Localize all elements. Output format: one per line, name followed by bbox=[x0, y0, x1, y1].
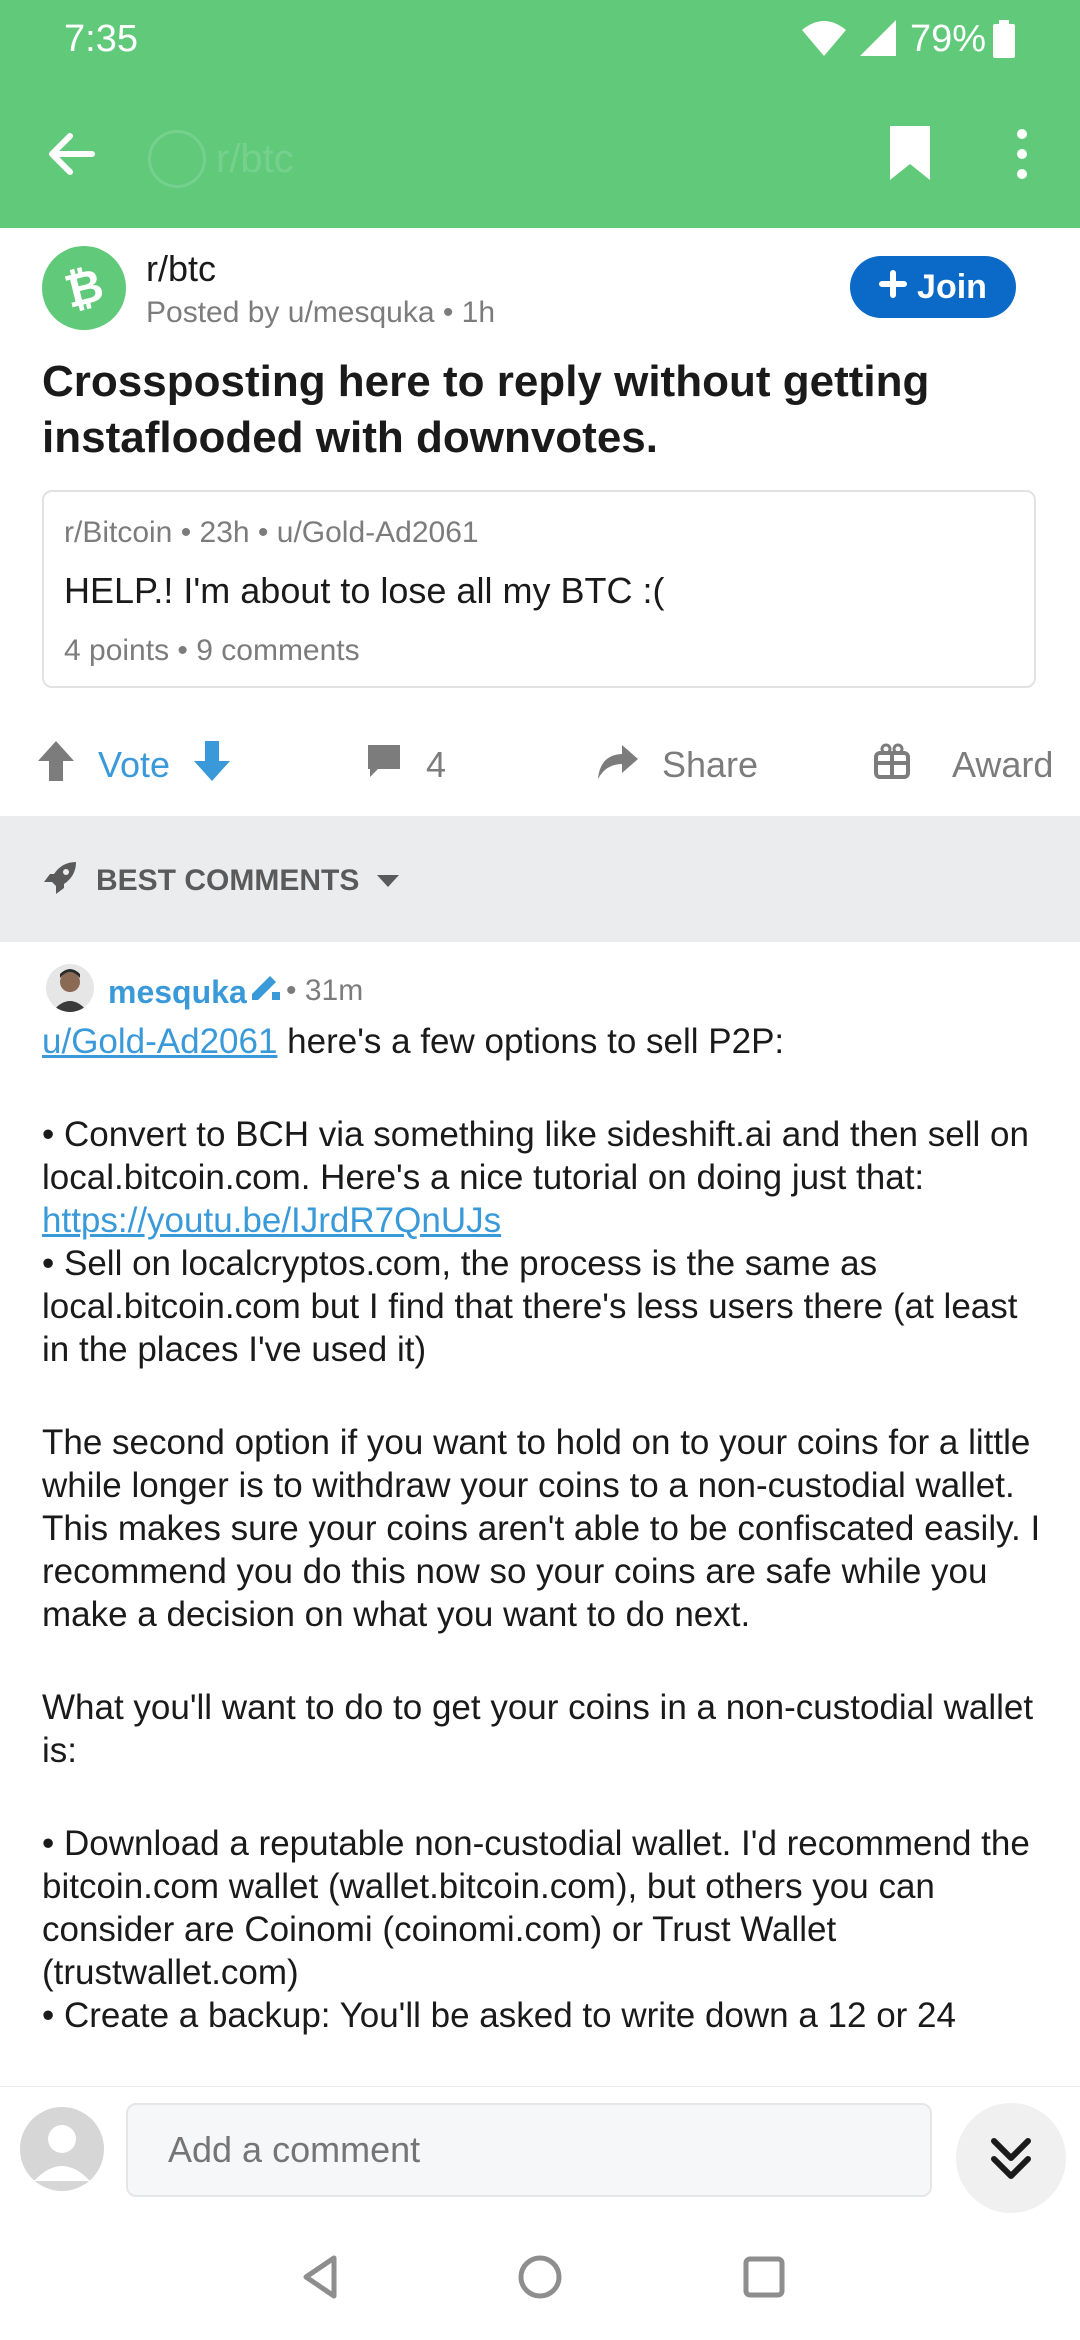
share-button[interactable]: Share bbox=[596, 730, 758, 800]
status-bar: 7:35 79% bbox=[0, 0, 1080, 80]
vote-label: Vote bbox=[98, 744, 171, 785]
svg-text:₿: ₿ bbox=[59, 257, 108, 318]
rocket-icon bbox=[42, 858, 80, 904]
battery-percentage: 79% bbox=[910, 18, 987, 60]
system-nav-bar bbox=[0, 2218, 1080, 2340]
join-button[interactable]: Join bbox=[850, 256, 1016, 318]
comment-body: u/Gold-Ad2061 here's a few options to se… bbox=[42, 1020, 1042, 2037]
comment-author[interactable]: mesquka bbox=[108, 974, 247, 1011]
comment-icon bbox=[364, 741, 404, 790]
wifi-icon bbox=[800, 18, 848, 63]
pencil-icon bbox=[248, 970, 282, 1009]
back-arrow-icon[interactable] bbox=[42, 126, 98, 187]
toolbar: r/btc bbox=[0, 110, 1080, 200]
crosspost-meta: r/Bitcoin • 23h • u/Gold-Ad2061 bbox=[64, 516, 479, 549]
comment-bullet: • Sell on localcryptos.com, the process … bbox=[42, 1244, 1018, 1369]
comment-bullet: • Download a reputable non-custodial wal… bbox=[42, 1824, 1030, 1992]
status-time: 7:35 bbox=[64, 18, 138, 60]
chevron-down-icon bbox=[375, 864, 401, 898]
comment-text: • Convert to BCH via something like side… bbox=[42, 1115, 1029, 1197]
post-title: Crossposting here to reply without getti… bbox=[42, 357, 930, 462]
comment-paragraph: The second option if you want to hold on… bbox=[42, 1423, 1041, 1634]
crosspost-stats: 4 points • 9 comments bbox=[64, 634, 360, 667]
toolbar-title: r/btc bbox=[148, 130, 294, 188]
comment-bullet: • Create a backup: You'll be asked to wr… bbox=[42, 1996, 956, 2035]
bookmark-icon[interactable] bbox=[886, 124, 934, 189]
post-actions: Vote 4 Share Award bbox=[0, 730, 1080, 800]
comment-text: here's a few options to sell P2P: bbox=[277, 1022, 785, 1061]
crosspost-title: HELP.! I'm about to lose all my BTC :( bbox=[64, 570, 665, 611]
plus-icon bbox=[879, 268, 908, 307]
subreddit-icon bbox=[148, 130, 206, 188]
posted-by: Posted by u/mesquka • 1h bbox=[146, 296, 496, 329]
comment-count: 4 bbox=[426, 744, 447, 785]
app-header: 7:35 79% r/btc bbox=[0, 0, 1080, 228]
nav-home-icon[interactable] bbox=[516, 2252, 564, 2307]
crosspost-card[interactable]: r/Bitcoin • 23h • u/Gold-Ad2061 HELP.! I… bbox=[42, 490, 1036, 688]
more-vert-icon[interactable] bbox=[1004, 124, 1040, 189]
vote-group: Vote bbox=[36, 730, 232, 800]
youtube-link[interactable]: https://youtu.be/IJrdR7QnUJs bbox=[42, 1201, 501, 1240]
double-chevron-down-icon[interactable] bbox=[956, 2103, 1066, 2213]
share-icon bbox=[596, 741, 640, 790]
upvote-icon[interactable] bbox=[36, 739, 76, 792]
comment-input[interactable] bbox=[126, 2103, 932, 2197]
subreddit-name[interactable]: r/btc bbox=[146, 248, 216, 290]
bitcoin-cash-icon[interactable]: ₿ bbox=[42, 246, 126, 330]
user-mention-link[interactable]: u/Gold-Ad2061 bbox=[42, 1022, 277, 1061]
join-label: Join bbox=[917, 267, 987, 306]
avatar[interactable] bbox=[46, 964, 94, 1012]
share-label: Share bbox=[662, 744, 759, 785]
comment-paragraph: What you'll want to do to get your coins… bbox=[42, 1688, 1034, 1770]
award-icon bbox=[872, 741, 912, 790]
comment-composer bbox=[0, 2086, 1080, 2219]
award-label: Award bbox=[952, 744, 1054, 785]
comment-time: • 31m bbox=[286, 974, 364, 1007]
sort-dropdown[interactable]: BEST COMMENTS bbox=[42, 858, 401, 904]
signal-icon bbox=[858, 18, 898, 63]
battery-icon bbox=[992, 20, 1016, 65]
user-placeholder-icon bbox=[20, 2107, 104, 2191]
nav-recents-icon[interactable] bbox=[740, 2252, 788, 2307]
sort-label: BEST COMMENTS bbox=[96, 864, 360, 897]
comment-sort-bar: BEST COMMENTS bbox=[0, 816, 1080, 942]
comments-button[interactable]: 4 bbox=[364, 730, 446, 800]
downvote-icon[interactable] bbox=[192, 739, 232, 792]
comment-paragraph: u/Gold-Ad2061 here's a few options to se… bbox=[42, 1020, 1042, 1063]
award-button[interactable]: Award bbox=[872, 730, 1053, 800]
comment-bullet: • Convert to BCH via something like side… bbox=[42, 1113, 1042, 1242]
nav-back-icon[interactable] bbox=[296, 2252, 346, 2307]
toolbar-title-text: r/btc bbox=[216, 136, 294, 181]
